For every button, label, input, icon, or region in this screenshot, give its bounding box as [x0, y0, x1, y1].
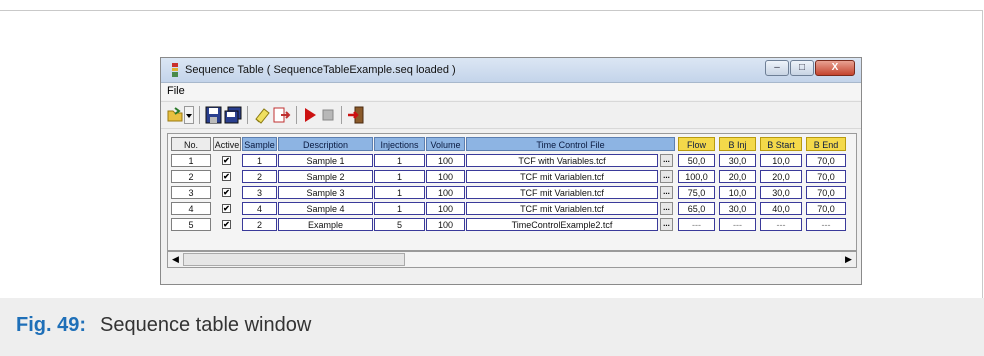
col-header-b-inj[interactable]: B Inj: [719, 137, 756, 151]
cell-time-control-file[interactable]: TimeControlExample2.tcf: [466, 218, 658, 231]
cell-volume[interactable]: 100: [426, 202, 465, 215]
cell-time-control-file[interactable]: TCF mit Variablen.tcf: [466, 186, 658, 199]
browse-file-button[interactable]: ...: [660, 154, 673, 167]
play-icon[interactable]: [302, 106, 318, 124]
active-checkbox[interactable]: ✔: [222, 156, 231, 165]
cell-description[interactable]: Sample 3: [278, 186, 373, 199]
cell-flow[interactable]: ---: [678, 218, 715, 231]
cell-b-inj[interactable]: 20,0: [719, 170, 756, 183]
cell-time-control-file[interactable]: TCF mit Variablen.tcf: [466, 202, 658, 215]
exit-icon[interactable]: [347, 106, 365, 124]
cell-b-end[interactable]: 70,0: [806, 154, 846, 167]
col-header-injections[interactable]: Injections: [374, 137, 425, 151]
eraser-icon[interactable]: [253, 106, 271, 124]
cell-injections[interactable]: 1: [374, 170, 425, 183]
col-header-b-end[interactable]: B End: [806, 137, 846, 151]
cell-b-start[interactable]: ---: [760, 218, 802, 231]
browse-file-button[interactable]: ...: [660, 170, 673, 183]
cell-sample[interactable]: 1: [242, 154, 277, 167]
cell-sample[interactable]: 4: [242, 202, 277, 215]
maximize-button[interactable]: □: [790, 60, 814, 76]
scrollbar-thumb[interactable]: [183, 253, 405, 266]
col-header-no[interactable]: No.: [171, 137, 211, 151]
active-checkbox[interactable]: ✔: [222, 172, 231, 181]
scroll-left-arrow-icon[interactable]: ◀: [168, 252, 183, 267]
col-header-active[interactable]: Active: [213, 137, 241, 151]
window-title: Sequence Table ( SequenceTableExample.se…: [185, 64, 456, 76]
cell-description[interactable]: Sample 2: [278, 170, 373, 183]
figure-number: Fig. 49:: [16, 314, 87, 336]
cell-no[interactable]: 3: [171, 186, 211, 199]
cell-b-start[interactable]: 40,0: [760, 202, 802, 215]
col-header-description[interactable]: Description: [278, 137, 373, 151]
cell-b-end[interactable]: 70,0: [806, 186, 846, 199]
cell-volume[interactable]: 100: [426, 186, 465, 199]
active-checkbox[interactable]: ✔: [222, 204, 231, 213]
cell-b-start[interactable]: 20,0: [760, 170, 802, 183]
cell-b-end[interactable]: 70,0: [806, 202, 846, 215]
cell-flow[interactable]: 75,0: [678, 186, 715, 199]
cell-injections[interactable]: 1: [374, 154, 425, 167]
cell-no[interactable]: 2: [171, 170, 211, 183]
cell-time-control-file[interactable]: TCF mit Variablen.tcf: [466, 170, 658, 183]
cell-flow[interactable]: 65,0: [678, 202, 715, 215]
cell-b-end[interactable]: ---: [806, 218, 846, 231]
toolbar: [161, 101, 861, 129]
active-checkbox[interactable]: ✔: [222, 188, 231, 197]
figure-caption: Fig. 49: Sequence table window: [16, 314, 311, 337]
active-checkbox[interactable]: ✔: [222, 220, 231, 229]
browse-file-button[interactable]: ...: [660, 202, 673, 215]
title-bar[interactable]: Sequence Table ( SequenceTableExample.se…: [161, 58, 861, 83]
cell-volume[interactable]: 100: [426, 218, 465, 231]
cell-volume[interactable]: 100: [426, 154, 465, 167]
cell-injections[interactable]: 5: [374, 218, 425, 231]
cell-b-inj[interactable]: 30,0: [719, 154, 756, 167]
cell-sample[interactable]: 2: [242, 218, 277, 231]
col-header-time-control-file[interactable]: Time Control File: [466, 137, 675, 151]
cell-injections[interactable]: 1: [374, 186, 425, 199]
cell-description[interactable]: Sample 4: [278, 202, 373, 215]
cell-time-control-file[interactable]: TCF with Variables.tcf: [466, 154, 658, 167]
col-header-flow[interactable]: Flow: [678, 137, 715, 151]
horizontal-scrollbar[interactable]: ◀ ▶: [167, 251, 857, 268]
cell-sample[interactable]: 3: [242, 186, 277, 199]
cell-b-end[interactable]: 70,0: [806, 170, 846, 183]
cell-flow[interactable]: 100,0: [678, 170, 715, 183]
cell-no[interactable]: 4: [171, 202, 211, 215]
cell-injections[interactable]: 1: [374, 202, 425, 215]
browse-file-button[interactable]: ...: [660, 218, 673, 231]
sequence-table: No. Active Sample Description Injections…: [167, 133, 857, 251]
stop-icon[interactable]: [321, 106, 335, 124]
scroll-right-arrow-icon[interactable]: ▶: [841, 252, 856, 267]
cell-description[interactable]: Example: [278, 218, 373, 231]
cell-volume[interactable]: 100: [426, 170, 465, 183]
minimize-button[interactable]: –: [765, 60, 789, 76]
open-folder-icon[interactable]: [166, 106, 184, 124]
cell-no[interactable]: 5: [171, 218, 211, 231]
cell-b-start[interactable]: 30,0: [760, 186, 802, 199]
close-button[interactable]: X: [815, 60, 855, 76]
sequence-table-window: Sequence Table ( SequenceTableExample.se…: [160, 57, 862, 285]
cell-flow[interactable]: 50,0: [678, 154, 715, 167]
cell-b-start[interactable]: 10,0: [760, 154, 802, 167]
col-header-sample[interactable]: Sample: [242, 137, 277, 151]
dropdown-arrow-icon[interactable]: [184, 106, 194, 124]
col-header-b-start[interactable]: B Start: [760, 137, 802, 151]
cell-b-inj[interactable]: 30,0: [719, 202, 756, 215]
figure-caption-text: Sequence table window: [100, 314, 312, 336]
menu-bar: File: [161, 83, 861, 100]
insert-row-icon[interactable]: [273, 106, 291, 124]
cell-no[interactable]: 1: [171, 154, 211, 167]
save-as-icon[interactable]: [224, 106, 242, 124]
menu-file[interactable]: File: [167, 85, 185, 97]
cell-description[interactable]: Sample 1: [278, 154, 373, 167]
save-icon[interactable]: [205, 106, 222, 124]
cell-b-inj[interactable]: 10,0: [719, 186, 756, 199]
col-header-volume[interactable]: Volume: [426, 137, 465, 151]
app-icon: [172, 63, 178, 77]
browse-file-button[interactable]: ...: [660, 186, 673, 199]
cell-b-inj[interactable]: ---: [719, 218, 756, 231]
cell-sample[interactable]: 2: [242, 170, 277, 183]
